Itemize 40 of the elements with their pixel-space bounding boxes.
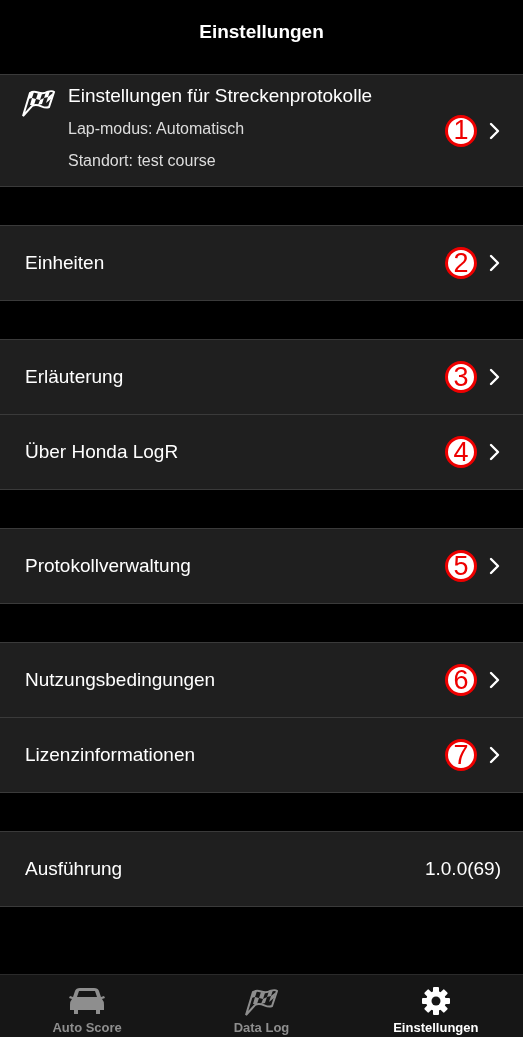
list-row[interactable]: Protokollverwaltung 5 (0, 529, 523, 603)
list-row[interactable]: Erläuterung 3 (0, 340, 523, 414)
tab[interactable]: Auto Score (0, 975, 175, 1037)
row-label: Über Honda LogR (25, 441, 180, 463)
row-label: Erläuterung (25, 366, 125, 388)
row-label: Lizenzinformationen (25, 744, 197, 766)
row-label: Einheiten (25, 252, 106, 274)
list-row[interactable]: Nutzungsbedingungen 6 (0, 643, 523, 717)
number-badge: 3 (445, 361, 477, 393)
car-icon (67, 986, 108, 1016)
number-badge: 5 (445, 550, 477, 582)
checkered-flag-icon (20, 89, 56, 117)
screen-title: Einstellungen (198, 20, 325, 44)
tab[interactable]: Einstellungen (348, 975, 523, 1037)
chevron-right-icon (489, 254, 501, 272)
number-badge: 2 (445, 247, 477, 279)
row-label: Nutzungsbedingungen (25, 669, 217, 691)
chevron-right-icon (489, 671, 501, 689)
row-label: Protokollverwaltung (25, 555, 192, 577)
row-detail: Standort: test course (68, 150, 217, 171)
list-row[interactable]: Über Honda LogR 4 (0, 415, 523, 489)
chevron-right-icon (489, 121, 501, 140)
number-badge: 1 (445, 114, 477, 147)
row-label: Ausführung (25, 858, 124, 880)
checkered-flag-icon (243, 988, 280, 1016)
version-value: 1.0.0(69) (424, 858, 501, 880)
number-badge: 4 (445, 436, 477, 468)
settings-icon (420, 986, 451, 1016)
number-badge: 7 (445, 739, 477, 771)
list-row[interactable]: Lizenzinformationen 7 (0, 718, 523, 792)
list-row[interactable]: Einheiten 2 (0, 226, 523, 300)
row-detail: Lap-modus: Automatisch (68, 118, 246, 139)
chevron-right-icon (489, 368, 501, 386)
chevron-right-icon (489, 443, 501, 461)
number-badge: 6 (445, 664, 477, 696)
tab[interactable]: Data Log (174, 975, 349, 1037)
chevron-right-icon (489, 746, 501, 764)
list-row[interactable]: Einstellungen für Streckenprotokolle Lap-modus: Automatisch Standort: test course 1 (0, 75, 523, 186)
row-label: Einstellungen für Streckenprotokolle (68, 84, 374, 107)
chevron-right-icon (489, 557, 501, 575)
